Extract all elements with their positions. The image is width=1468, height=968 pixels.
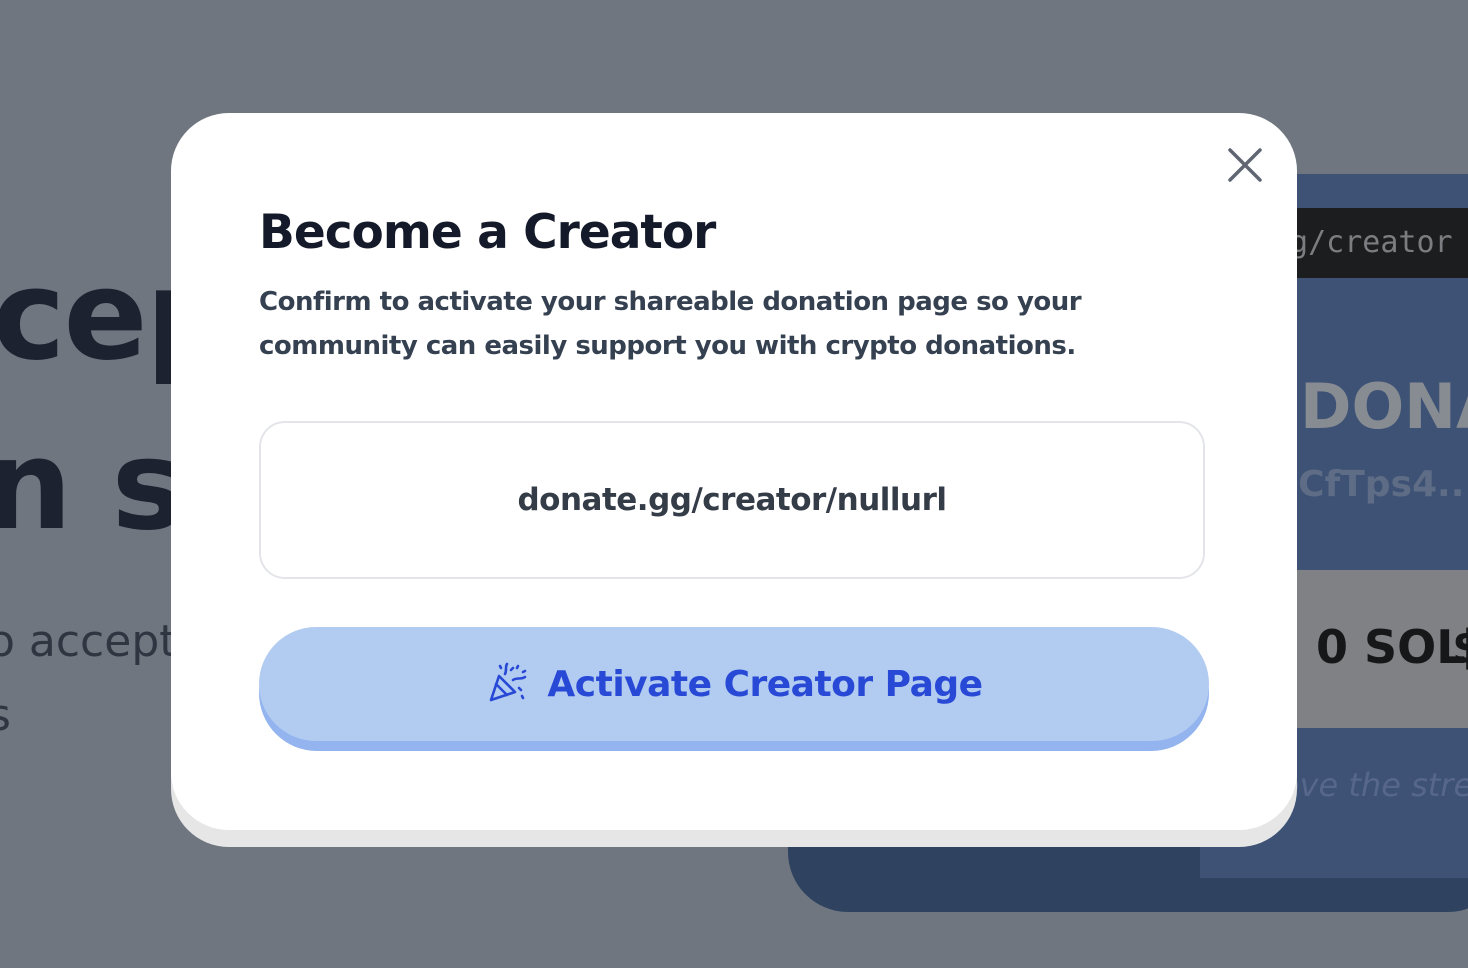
modal-title: Become a Creator bbox=[259, 205, 716, 260]
background-message-text: ove the strea bbox=[1280, 766, 1468, 804]
background-amount-usd: $ bbox=[1452, 620, 1468, 674]
become-creator-modal: Become a Creator Confirm to activate you… bbox=[171, 113, 1297, 830]
background-donate-title: DONA bbox=[1300, 370, 1468, 443]
close-icon bbox=[1228, 148, 1262, 182]
background-amount-row: 0 SOL $ bbox=[1296, 570, 1468, 728]
background-subtitle: o accept bbox=[0, 616, 177, 667]
background-hero-heading-line-2: n s bbox=[0, 414, 185, 558]
activate-creator-page-button[interactable]: Activate Creator Page bbox=[259, 627, 1209, 741]
creator-url-text: donate.gg/creator/nullurl bbox=[517, 482, 947, 518]
party-popper-icon bbox=[490, 662, 527, 702]
background-amount-sol: 0 SOL bbox=[1316, 620, 1466, 674]
activate-button-label: Activate Creator Page bbox=[547, 663, 983, 705]
modal-description: Confirm to activate your shareable donat… bbox=[259, 287, 1082, 361]
background-subtitle-line-2: s bbox=[0, 690, 11, 741]
close-button[interactable] bbox=[1223, 143, 1267, 187]
creator-url-display: donate.gg/creator/nullurl bbox=[259, 421, 1205, 579]
